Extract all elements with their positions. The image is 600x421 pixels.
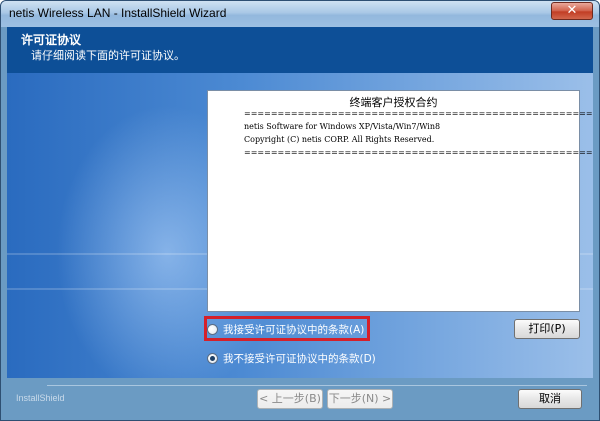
close-icon: ✕	[566, 3, 578, 18]
title-bar[interactable]: netis Wireless LAN - InstallShield Wizar…	[1, 1, 599, 27]
back-button[interactable]: < 上一步(B)	[257, 389, 323, 409]
close-button[interactable]: ✕	[551, 2, 593, 20]
license-line: Copyright (C) netis CORP. All Rights Res…	[244, 135, 435, 144]
page-title: 许可证协议	[21, 33, 82, 47]
accept-option[interactable]: 我接受许可证协议中的条款(A)	[207, 320, 364, 338]
accept-label: 我接受许可证协议中的条款(A)	[223, 323, 365, 336]
page-subtitle: 请仔细阅读下面的许可证协议。	[31, 49, 185, 62]
decline-label: 我不接受许可证协议中的条款(D)	[223, 352, 376, 365]
license-line: ========================================…	[244, 148, 593, 157]
decline-radio[interactable]	[207, 352, 218, 364]
installshield-brand: InstallShield	[16, 393, 65, 403]
next-button[interactable]: 下一步(N) >	[327, 389, 393, 409]
wizard-footer: InstallShield < 上一步(B) 下一步(N) > 取消	[7, 378, 593, 416]
wizard-body: 终端客户授权合约 ===============================…	[7, 73, 593, 378]
accept-radio[interactable]	[207, 323, 218, 335]
print-button[interactable]: 打印(P)	[514, 319, 580, 339]
license-text-box[interactable]: 终端客户授权合约 ===============================…	[207, 90, 593, 312]
decline-option[interactable]: 我不接受许可证协议中的条款(D)	[207, 349, 376, 367]
wizard-header: 许可证协议 请仔细阅读下面的许可证协议。	[7, 27, 593, 73]
window-title: netis Wireless LAN - InstallShield Wizar…	[9, 6, 227, 20]
cancel-button[interactable]: 取消	[518, 389, 582, 409]
installer-window: netis Wireless LAN - InstallShield Wizar…	[0, 0, 600, 421]
footer-divider	[47, 385, 587, 386]
license-line: netis Software for Windows XP/Vista/Win7…	[244, 122, 441, 131]
license-title: 终端客户授权合约	[349, 96, 438, 109]
license-line: ========================================…	[244, 109, 593, 118]
